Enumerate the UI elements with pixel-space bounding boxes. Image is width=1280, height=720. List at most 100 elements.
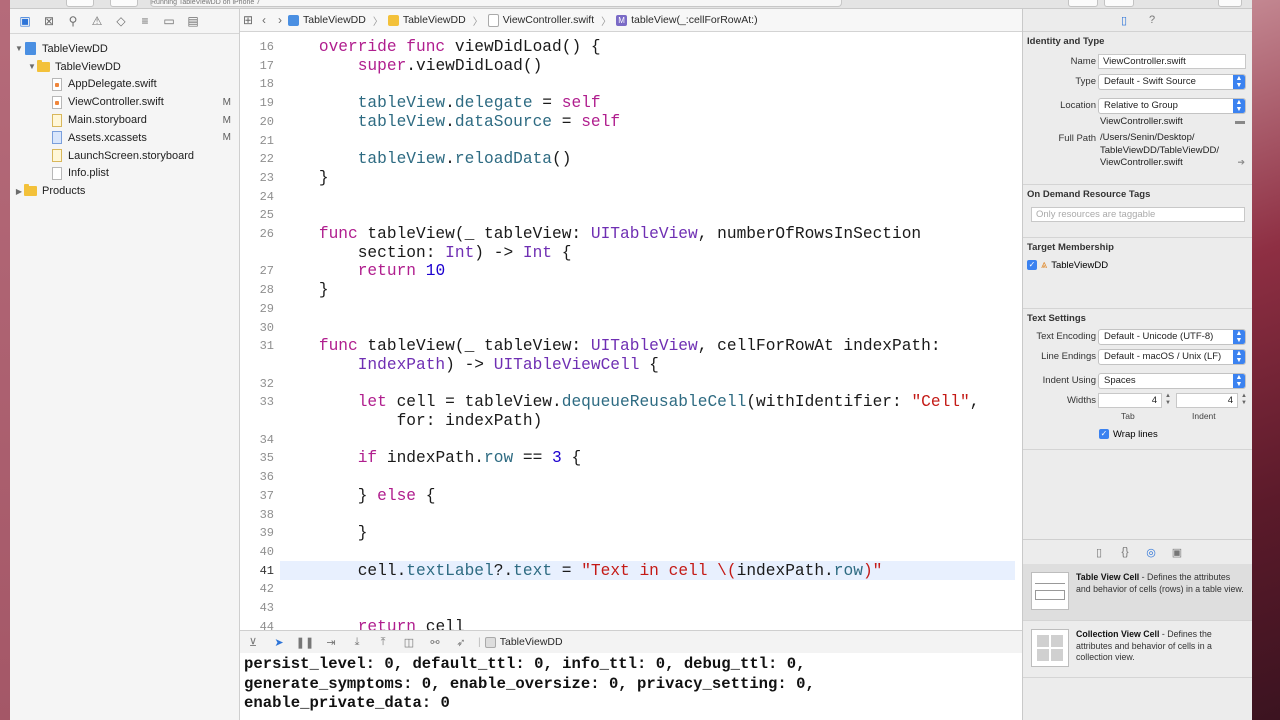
- type-popup[interactable]: Default - Swift Source ▲ ▼: [1098, 74, 1246, 90]
- debug-icon[interactable]: ≡: [136, 12, 154, 30]
- indent-using-popup[interactable]: Spaces ▲ ▼: [1098, 373, 1246, 389]
- editor-mode-button[interactable]: [1068, 0, 1098, 7]
- forward-icon[interactable]: ›: [272, 13, 288, 27]
- file-tree: ▼ TableViewDD ▼ TableViewDD AppDelegate.swif…: [10, 34, 239, 200]
- navigator-item[interactable]: ▶ Products: [10, 182, 239, 200]
- line-endings-row: Line Endings Default - macOS / Unix (LF)…: [1023, 347, 1252, 367]
- test-icon[interactable]: ◇: [112, 12, 130, 30]
- disclosure-open-icon[interactable]: ▼: [14, 44, 24, 53]
- navigator-item[interactable]: ▼ TableViewDD: [10, 58, 239, 76]
- code-line[interactable]: tableView.delegate = self: [280, 94, 601, 112]
- related-items-icon[interactable]: ⊞: [240, 13, 256, 27]
- location-file-row: ViewController.swift ▬: [1023, 116, 1252, 133]
- inspector-tabs: ▯ ?: [1023, 9, 1252, 32]
- code-snippet-icon[interactable]: {}: [1118, 546, 1132, 558]
- section-title: On Demand Resource Tags: [1027, 189, 1151, 200]
- name-field[interactable]: ViewController.swift: [1098, 54, 1246, 69]
- file-inspector-icon[interactable]: ▯: [1116, 12, 1132, 28]
- target-row: ✓ ⩓ TableViewDD: [1023, 256, 1252, 274]
- code-line[interactable]: return cell: [280, 618, 465, 630]
- code-line[interactable]: func tableView(_ tableView: UITableView,…: [280, 337, 941, 355]
- line-number: 26: [259, 227, 274, 241]
- code-line[interactable]: section: Int) -> Int {: [280, 244, 572, 262]
- stop-button[interactable]: [110, 0, 138, 7]
- search-icon[interactable]: ⚲: [64, 12, 82, 30]
- jump-bar-group[interactable]: TableViewDD: [387, 14, 466, 26]
- toggle-inspector-button[interactable]: [1218, 0, 1242, 7]
- code-line[interactable]: }: [280, 281, 329, 299]
- jump-bar-file-label: ViewController.swift: [502, 14, 595, 26]
- location-icon[interactable]: ➶: [448, 636, 474, 649]
- back-icon[interactable]: ‹: [256, 13, 272, 27]
- code-line[interactable]: let cell = tableView.dequeueReusableCell…: [280, 393, 980, 411]
- code-line[interactable]: cell.textLabel?.text = "Text in cell \(i…: [280, 562, 883, 580]
- report-icon[interactable]: ▤: [184, 12, 202, 30]
- memory-graph-icon[interactable]: ⚯: [422, 636, 448, 649]
- jump-bar-method[interactable]: MtableView(_:cellForRowAt:): [616, 14, 758, 26]
- disclosure-open-icon[interactable]: ▼: [27, 62, 37, 71]
- warning-icon[interactable]: ⚠: [88, 12, 106, 30]
- object-library-icon[interactable]: ◎: [1144, 546, 1158, 559]
- jump-bar-file[interactable]: ViewController.swift: [487, 13, 595, 27]
- reveal-folder-icon[interactable]: ▬: [1235, 116, 1245, 127]
- tab-width-field[interactable]: 4: [1098, 393, 1162, 408]
- jump-bar-method-label: tableView(_:cellForRowAt:): [631, 14, 758, 26]
- navigator-item-label: LaunchScreen.storyboard: [68, 149, 194, 162]
- code-line[interactable]: tableView.reloadData(): [280, 150, 572, 168]
- source-control-icon[interactable]: ⊠: [40, 12, 58, 30]
- location-popup[interactable]: Relative to Group ▲ ▼: [1098, 98, 1246, 114]
- source-editor[interactable]: 16 override func viewDidLoad() {17 super…: [240, 32, 1022, 630]
- hide-debug-area-icon[interactable]: ⊻: [240, 636, 266, 649]
- indent-stepper[interactable]: ▲ ▼: [1240, 393, 1248, 407]
- code-line[interactable]: tableView.dataSource = self: [280, 113, 620, 131]
- desktop-background: [0, 0, 10, 720]
- encoding-popup[interactable]: Default - Unicode (UTF-8) ▲ ▼: [1098, 329, 1246, 345]
- quick-help-icon[interactable]: ?: [1144, 12, 1160, 28]
- console-output[interactable]: persist_level: 0, default_ttl: 0, info_t…: [240, 653, 1022, 720]
- navigator-item[interactable]: LaunchScreen.storyboard: [10, 147, 239, 165]
- popup-arrows-icon: ▲ ▼: [1233, 330, 1245, 344]
- folder-icon[interactable]: ▣: [16, 12, 34, 30]
- assistant-editor-button[interactable]: [1104, 0, 1134, 7]
- code-line[interactable]: }: [280, 169, 329, 187]
- breakpoints-toggle-icon[interactable]: ➤: [266, 636, 292, 649]
- tags-field[interactable]: Only resources are taggable: [1031, 207, 1245, 222]
- code-line[interactable]: if indexPath.row == 3 {: [280, 449, 581, 467]
- jump-bar-project[interactable]: TableViewDD: [288, 14, 366, 26]
- debug-target-label[interactable]: TableViewDD: [500, 636, 563, 648]
- step-out-icon[interactable]: ⤒: [370, 636, 396, 649]
- code-line[interactable]: override func viewDidLoad() {: [280, 38, 601, 56]
- navigator-item[interactable]: AppDelegate.swift: [10, 76, 239, 94]
- reveal-arrow-icon[interactable]: ➔: [1237, 157, 1245, 168]
- line-number: 43: [259, 601, 274, 615]
- code-line[interactable]: IndexPath) -> UITableViewCell {: [280, 356, 659, 374]
- disclosure-closed-icon[interactable]: ▶: [14, 187, 24, 196]
- checkbox-checked-icon[interactable]: ✓: [1099, 429, 1109, 439]
- code-line[interactable]: for: indexPath): [280, 412, 543, 430]
- file-template-icon[interactable]: ▯: [1092, 546, 1106, 559]
- step-over-icon[interactable]: ⇥: [318, 636, 344, 649]
- indent-width-field[interactable]: 4: [1176, 393, 1238, 408]
- step-into-icon[interactable]: ⤓: [344, 636, 370, 649]
- library-item-table-view-cell[interactable]: Table View Cell - Defines the attributes…: [1023, 564, 1252, 621]
- code-line[interactable]: } else {: [280, 487, 436, 505]
- code-line[interactable]: func tableView(_ tableView: UITableView,…: [280, 225, 921, 243]
- navigator-item[interactable]: Assets.xcassets M: [10, 129, 239, 147]
- line-endings-popup[interactable]: Default - macOS / Unix (LF) ▲ ▼: [1098, 349, 1246, 365]
- navigator-item[interactable]: Info.plist: [10, 165, 239, 183]
- media-library-icon[interactable]: ▣: [1170, 546, 1184, 559]
- navigator-item[interactable]: Main.storyboard M: [10, 111, 239, 129]
- code-line[interactable]: super.viewDidLoad(): [280, 57, 543, 75]
- run-button[interactable]: [66, 0, 94, 7]
- plist-file-icon: [50, 166, 63, 180]
- code-line[interactable]: }: [280, 524, 368, 542]
- pause-icon[interactable]: ❚❚: [292, 636, 318, 649]
- navigator-item[interactable]: ViewController.swift M: [10, 93, 239, 111]
- library-item-collection-view-cell[interactable]: Collection View Cell - Defines the attri…: [1023, 621, 1252, 678]
- code-line[interactable]: return 10: [280, 262, 445, 280]
- checkbox-checked-icon[interactable]: ✓: [1027, 260, 1037, 270]
- view-hierarchy-icon[interactable]: ◫: [396, 636, 422, 649]
- breakpoint-icon[interactable]: ▭: [160, 12, 178, 30]
- tab-stepper[interactable]: ▲ ▼: [1164, 393, 1172, 407]
- navigator-item[interactable]: ▼ TableViewDD: [10, 40, 239, 58]
